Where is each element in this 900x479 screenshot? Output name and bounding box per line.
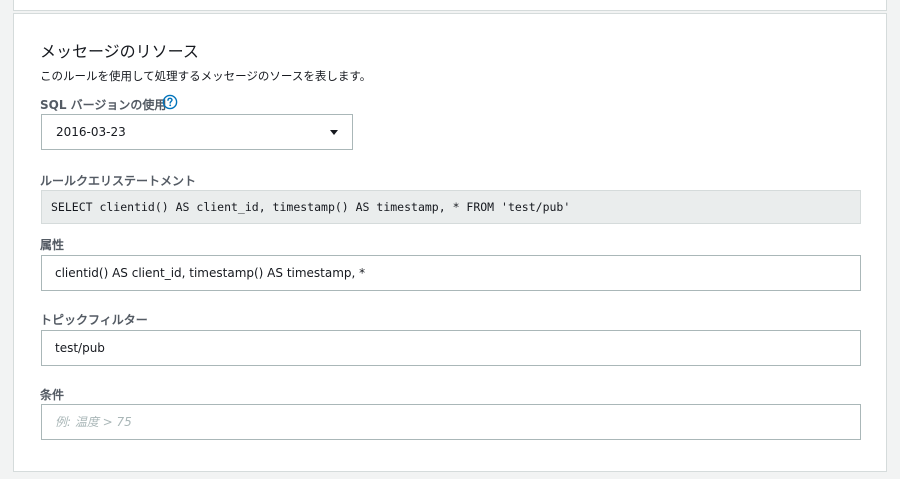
rule-statement-value: SELECT clientid() AS client_id, timestam… <box>41 190 861 224</box>
condition-label: 条件 <box>40 388 65 402</box>
caret-down-icon <box>330 130 338 135</box>
rule-statement-label: ルールクエリステートメント <box>40 174 197 188</box>
section-title: メッセージのリソース <box>40 42 199 61</box>
section-description: このルールを使用して処理するメッセージのソースを表します。 <box>40 69 372 83</box>
attribute-input[interactable] <box>41 255 861 291</box>
sql-version-select[interactable]: 2016-03-23 <box>41 114 353 150</box>
sql-version-value: 2016-03-23 <box>56 125 126 139</box>
question-circle-icon[interactable] <box>162 94 178 110</box>
topic-filter-input[interactable] <box>41 330 861 366</box>
previous-panel <box>13 0 887 11</box>
condition-input[interactable] <box>41 404 861 440</box>
attribute-label: 属性 <box>40 238 65 252</box>
sql-version-label: SQL バージョンの使用 <box>40 98 167 112</box>
message-source-panel: メッセージのリソース このルールを使用して処理するメッセージのソースを表します。… <box>13 13 887 472</box>
topic-filter-label: トピックフィルター <box>40 313 148 327</box>
